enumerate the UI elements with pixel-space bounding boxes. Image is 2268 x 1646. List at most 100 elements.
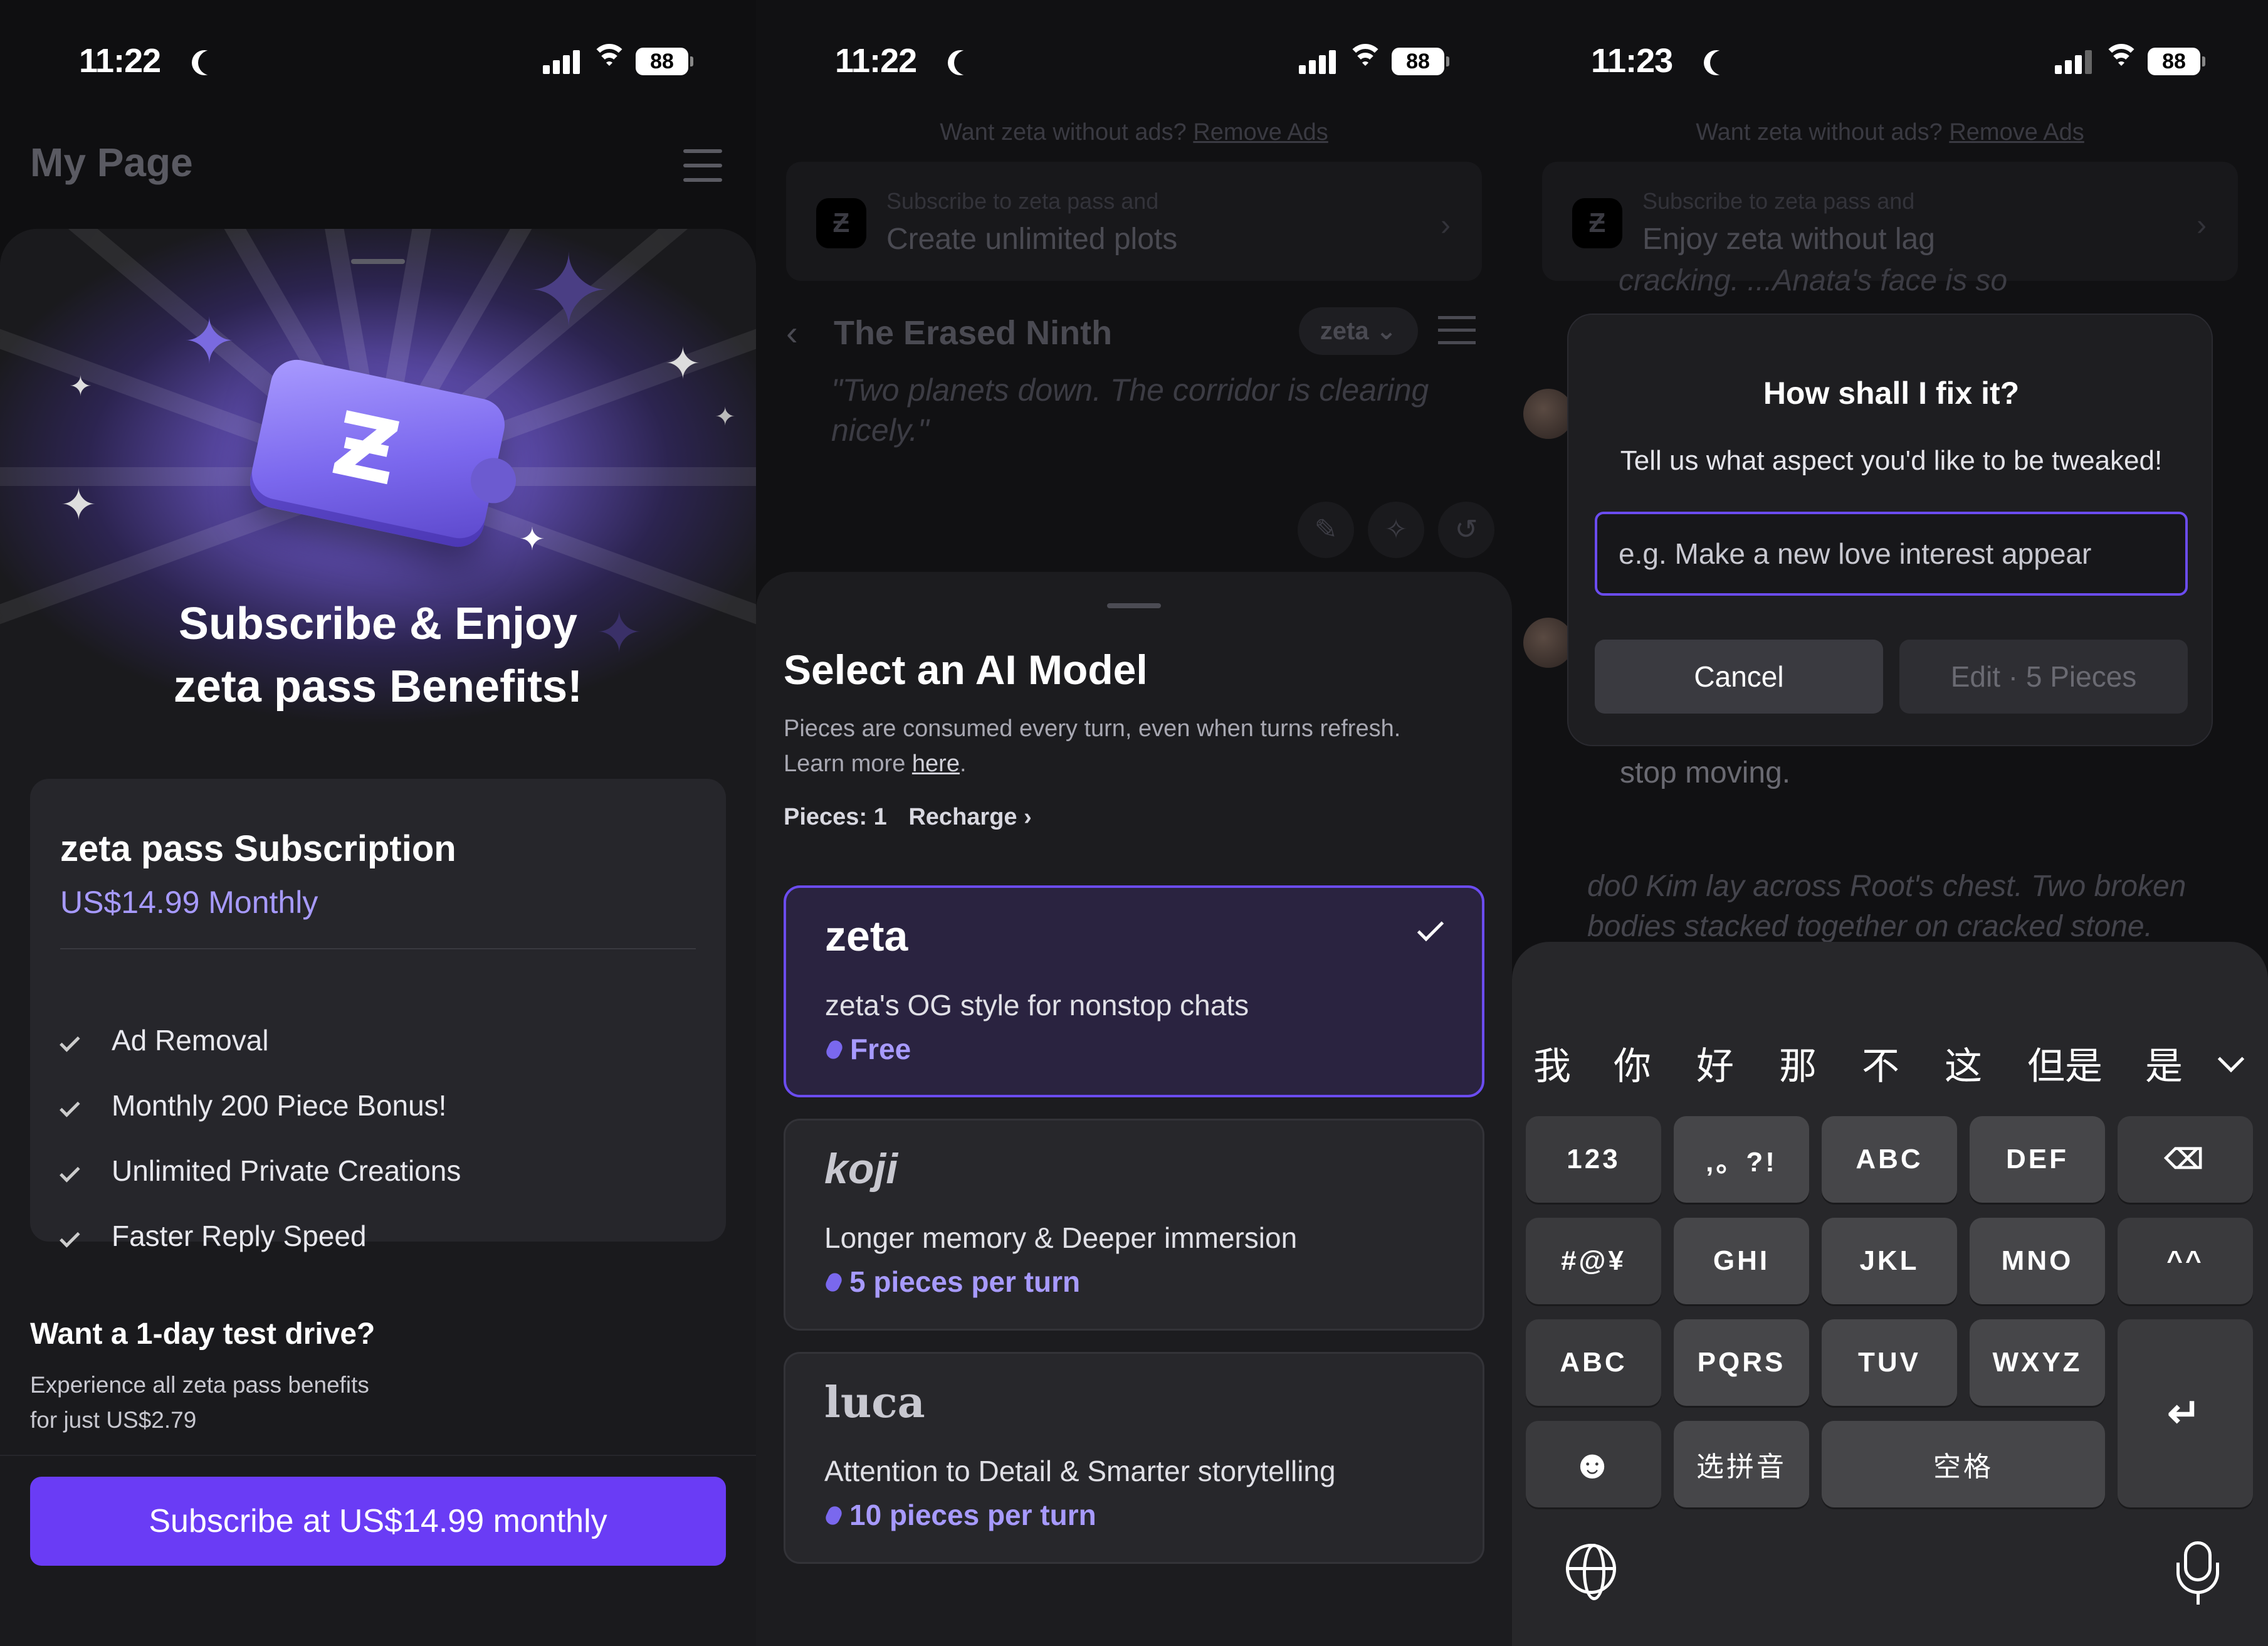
tweak-input[interactable] [1595, 512, 2188, 596]
candidate-word[interactable]: 那 [1779, 1036, 1817, 1090]
candidate-word[interactable]: 我 [1533, 1036, 1571, 1090]
cancel-button[interactable]: Cancel [1595, 640, 1883, 714]
feature-item: Unlimited Private Creations [60, 1154, 461, 1188]
recharge-link[interactable]: Recharge › [908, 804, 1031, 830]
trial-section: Want a 1-day test drive? Experience all … [30, 1317, 431, 1438]
moon-icon [954, 50, 979, 75]
subscribe-button[interactable]: Subscribe at US$14.99 monthly [30, 1477, 726, 1566]
candidate-word[interactable]: 这 [1945, 1036, 1982, 1090]
magic-wand-icon[interactable]: ✧ [1368, 502, 1424, 558]
pieces-count: Pieces: 1 [784, 804, 887, 830]
status-bar: 11:23 88 [1512, 0, 2268, 125]
zeta-logo-icon: Ƶ [816, 198, 866, 248]
keyboard: 我 你 好 那 不 这 但是 是 123 ,。?! ABC DEF ⌫ #@¥ … [1512, 942, 2268, 1646]
key-tuv[interactable]: TUV [1822, 1319, 1957, 1406]
sheet-desc: Pieces are consumed every turn, even whe… [784, 715, 1401, 777]
key-select-pinyin[interactable]: 选拼音 [1674, 1421, 1809, 1507]
key-ghi[interactable]: GHI [1674, 1218, 1809, 1304]
model-desc: Longer memory & Deeper immersion [824, 1221, 1298, 1254]
model-cost: Free [824, 1032, 911, 1066]
status-time: 11:23 [1591, 42, 1673, 80]
model-pill[interactable]: zeta ⌄ [1299, 307, 1418, 355]
zeta-ticket-icon: Ƶ [245, 355, 510, 552]
learn-more-link[interactable]: here [912, 751, 960, 777]
key-mno[interactable]: MNO [1970, 1218, 2105, 1304]
key-123[interactable]: 123 [1526, 1116, 1661, 1203]
sheet-handle[interactable] [351, 259, 405, 264]
sparkle-icon: ✦ [664, 339, 701, 388]
model-option-koji[interactable]: koji Longer memory & Deeper immersion 5 … [784, 1119, 1484, 1331]
wifi-icon [2103, 44, 2140, 75]
piece-icon [823, 1504, 844, 1527]
key-emoticon[interactable]: ^^ [2118, 1218, 2253, 1304]
avatar [1523, 618, 1573, 668]
key-abc-switch[interactable]: ABC [1526, 1319, 1661, 1406]
chevron-right-icon: › [1441, 209, 1451, 242]
key-abc[interactable]: ABC [1822, 1116, 1957, 1203]
key-punct[interactable]: ,。?! [1674, 1116, 1809, 1203]
promo-line2: Enjoy zeta without lag [1642, 223, 1935, 256]
sheet-title: Select an AI Model [784, 646, 1148, 693]
sheet-handle[interactable] [1107, 603, 1161, 608]
model-desc: zeta's OG style for nonstop chats [825, 989, 1249, 1021]
back-icon[interactable]: ‹ [786, 312, 798, 353]
dialog-title: How shall I fix it? [1763, 376, 2020, 411]
key-wxyz[interactable]: WXYZ [1970, 1319, 2105, 1406]
battery-icon: 88 [636, 48, 693, 75]
space-key[interactable]: 空格 [1822, 1421, 2105, 1507]
candidate-word[interactable]: 不 [1862, 1036, 1899, 1090]
chat-message: cracking. ...Anata's face is so [1619, 264, 2008, 297]
divider [60, 948, 696, 949]
return-icon: ↵ [2167, 1390, 2203, 1436]
backspace-key[interactable]: ⌫ [2118, 1116, 2253, 1203]
backspace-icon: ⌫ [2164, 1144, 2207, 1175]
model-name: zeta [825, 912, 908, 960]
status-time: 11:22 [835, 42, 917, 80]
emoji-key[interactable]: ☻ [1526, 1421, 1661, 1507]
globe-icon[interactable] [1566, 1544, 1616, 1600]
piece-icon [823, 1270, 844, 1294]
signal-icon [1299, 49, 1336, 74]
return-key[interactable]: ↵ [2118, 1319, 2253, 1507]
candidate-word[interactable]: 你 [1614, 1036, 1651, 1090]
candidate-word[interactable]: 是 [2145, 1036, 2183, 1090]
hero-title: Subscribe & Enjoy zeta pass Benefits! [173, 599, 583, 712]
key-pqrs[interactable]: PQRS [1674, 1319, 1809, 1406]
candidate-word[interactable]: 但是 [2027, 1036, 2103, 1090]
chevron-down-icon[interactable] [2217, 1045, 2245, 1073]
zeta-logo-icon: Ƶ [1572, 198, 1622, 248]
menu-icon[interactable] [1438, 316, 1476, 354]
microphone-stand [2176, 1563, 2219, 1594]
refresh-icon[interactable]: ↺ [1438, 502, 1494, 558]
key-def[interactable]: DEF [1970, 1116, 2105, 1203]
check-icon [60, 1097, 80, 1117]
status-bar: 11:22 88 [756, 0, 1512, 125]
subscription-price: US$14.99 Monthly [60, 885, 318, 920]
check-icon [60, 1227, 80, 1248]
pencil-icon[interactable]: ✎ [1298, 502, 1354, 558]
feature-item: Faster Reply Speed [60, 1219, 367, 1253]
model-name: luca [824, 1378, 925, 1428]
model-option-zeta[interactable]: zeta zeta's OG style for nonstop chats F… [784, 885, 1484, 1097]
sparkle-icon: ✦ [60, 480, 97, 529]
model-option-luca[interactable]: luca Attention to Detail & Smarter story… [784, 1352, 1484, 1564]
chat-message: "Two planets down. The corridor is clear… [831, 372, 1429, 448]
subscription-title: zeta pass Subscription [60, 828, 456, 869]
chevron-right-icon: › [2197, 209, 2207, 242]
edit-button[interactable]: Edit · 5 Pieces [1899, 640, 2188, 714]
feature-item: Ad Removal [60, 1023, 269, 1057]
chat-message: stop moving. [1620, 756, 1791, 789]
model-select-panel: 11:22 88 Want zeta without ads? Remove A… [756, 0, 1512, 1646]
hero-banner: ✦ ✦ ✦ ✦ ✦ ✦ ✦ ✦ Ƶ Subscribe & Enjoy zeta… [0, 229, 756, 829]
trial-desc: Experience all zeta pass benefits for ju… [30, 1372, 369, 1433]
candidate-word[interactable]: 好 [1696, 1036, 1734, 1090]
promo-banner[interactable]: Ƶ Subscribe to zeta pass and Create unli… [786, 162, 1482, 281]
menu-icon[interactable] [683, 149, 722, 182]
subscription-sheet: ✦ ✦ ✦ ✦ ✦ ✦ ✦ ✦ Ƶ Subscribe & Enjoy zeta… [0, 229, 756, 1646]
check-icon [60, 1162, 80, 1183]
key-jkl[interactable]: JKL [1822, 1218, 1957, 1304]
model-sheet: Select an AI Model Pieces are consumed e… [756, 572, 1512, 1646]
chat-header: ‹ The Erased Ninth zeta ⌄ [786, 307, 1482, 357]
key-symbols[interactable]: #@¥ [1526, 1218, 1661, 1304]
wifi-icon [1347, 44, 1384, 75]
